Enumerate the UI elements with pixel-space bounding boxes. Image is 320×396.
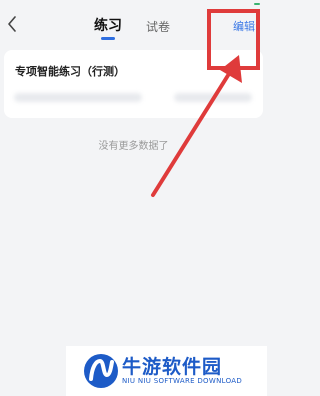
watermark-logo-icon (84, 354, 118, 388)
watermark-subtitle: NIU NIU SOFTWARE DOWNLOAD (122, 377, 243, 385)
watermark: 牛游软件园 NIU NIU SOFTWARE DOWNLOAD (66, 346, 267, 396)
annotation-arrow (151, 55, 242, 197)
watermark-name: 牛游软件园 (122, 356, 223, 378)
